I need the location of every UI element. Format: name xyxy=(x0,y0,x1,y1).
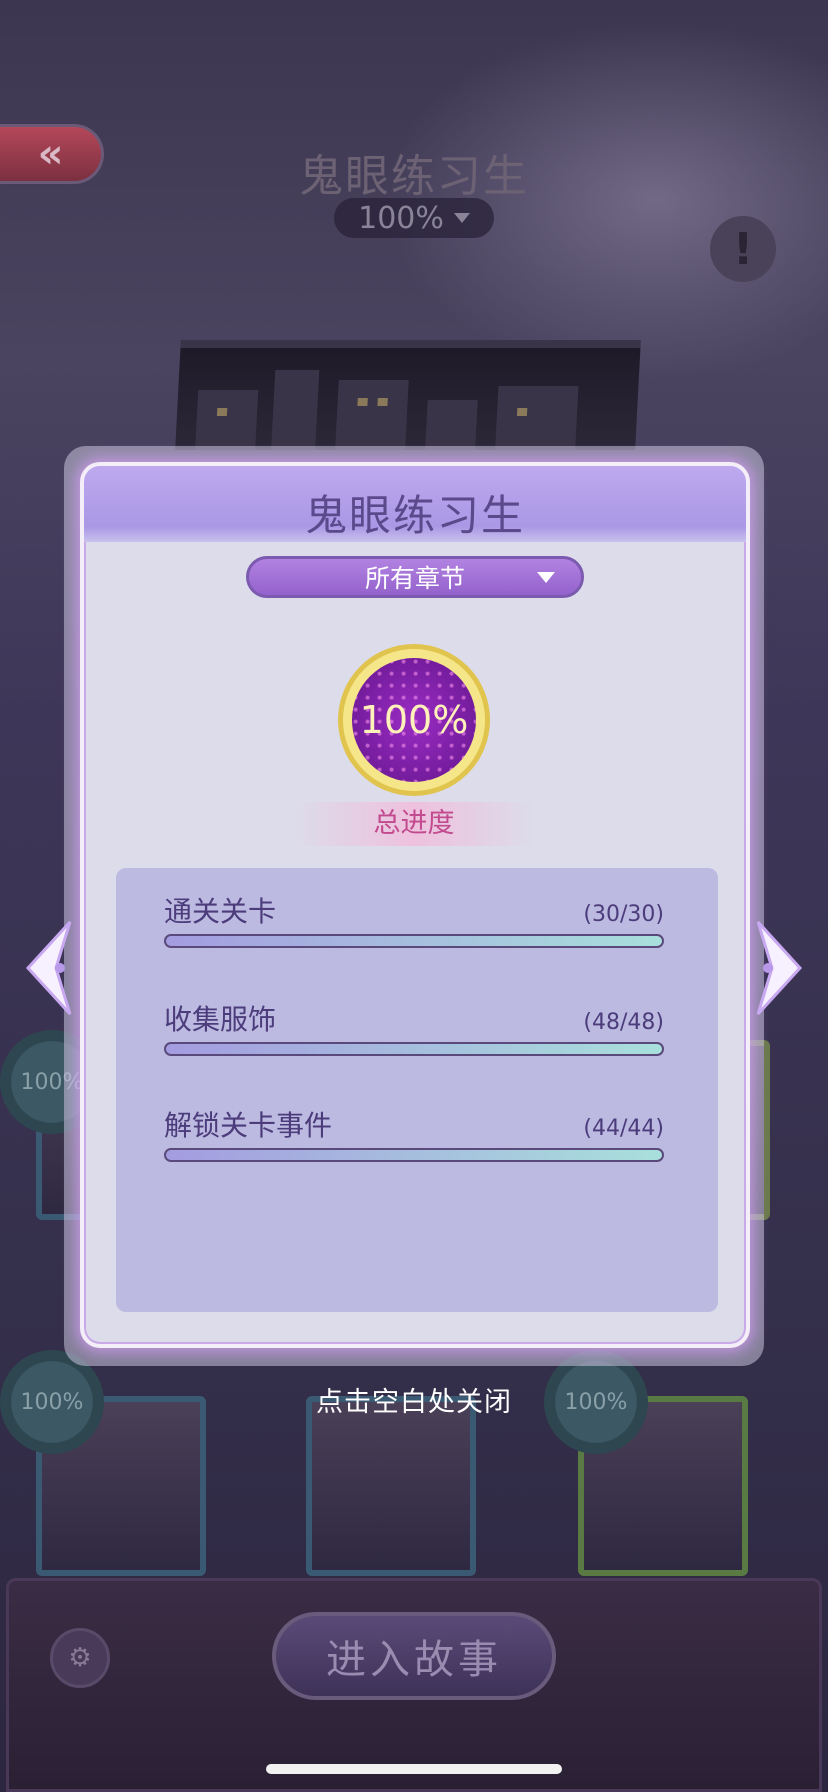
close-hint: 点击空白处关闭 xyxy=(316,1387,512,1418)
stat-label: 通关关卡 xyxy=(164,895,277,928)
triangle-down-icon xyxy=(537,572,555,583)
info-button[interactable]: ! xyxy=(710,216,776,282)
stat-progress-bar xyxy=(164,1042,664,1056)
triangle-down-icon xyxy=(453,213,470,223)
progress-modal: 鬼眼练习生 所有章节 100% 总进度 通关关卡 (30/30) 收集服饰 (4… xyxy=(80,462,750,1348)
stats-panel: 通关关卡 (30/30) 收集服饰 (48/48) 解锁关卡事件 (44/44) xyxy=(116,868,718,1312)
prev-chapter-button[interactable] xyxy=(22,918,76,1018)
stat-label: 解锁关卡事件 xyxy=(164,1109,333,1142)
chapter-filter-label: 所有章节 xyxy=(364,564,465,593)
story-cover-image xyxy=(175,340,641,450)
story-progress-dropdown[interactable]: 100% xyxy=(334,198,494,238)
stat-cleared-levels: 通关关卡 (30/30) xyxy=(164,890,664,948)
story-title: 鬼眼练习生 xyxy=(299,151,529,202)
stat-collected-outfits: 收集服饰 (48/48) xyxy=(164,998,664,1056)
total-progress-value: 100% xyxy=(352,658,476,782)
stat-count: (44/44) xyxy=(583,1116,664,1141)
chapter-card[interactable] xyxy=(306,1396,476,1576)
exclamation-icon: ! xyxy=(732,223,754,275)
stat-progress-bar xyxy=(164,1148,664,1162)
total-progress-label: 总进度 xyxy=(294,802,534,846)
book-settings-icon[interactable]: ⚙ xyxy=(50,1628,110,1688)
story-progress-value: 100% xyxy=(358,200,444,236)
stat-progress-bar xyxy=(164,934,664,948)
arrow-right-icon xyxy=(756,920,803,1016)
arrow-left-icon xyxy=(25,920,72,1016)
total-progress-ring: 100% xyxy=(338,644,490,796)
enter-story-button[interactable]: 进入故事 xyxy=(272,1612,556,1700)
next-chapter-button[interactable] xyxy=(752,918,806,1018)
stat-unlocked-events: 解锁关卡事件 (44/44) xyxy=(164,1104,664,1162)
home-indicator[interactable] xyxy=(266,1764,562,1774)
stat-label: 收集服饰 xyxy=(164,1003,277,1036)
stat-count: (48/48) xyxy=(583,1010,664,1035)
stat-count: (30/30) xyxy=(583,902,664,927)
chapter-filter-dropdown[interactable]: 所有章节 xyxy=(246,556,584,598)
modal-title: 鬼眼练习生 xyxy=(304,491,525,540)
